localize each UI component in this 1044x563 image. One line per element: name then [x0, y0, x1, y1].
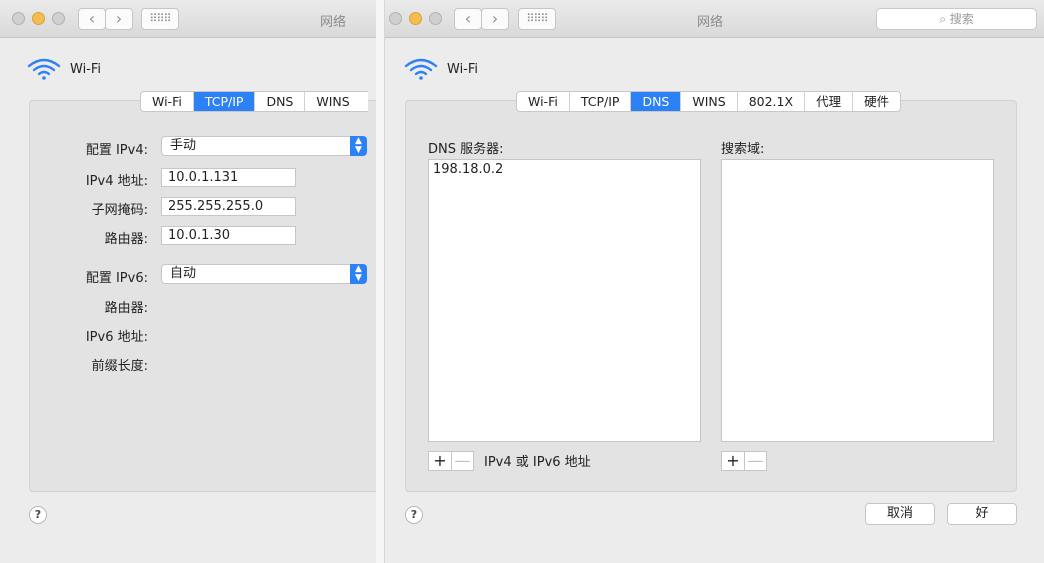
tab-wifi[interactable]: Wi-Fi	[517, 92, 570, 111]
wifi-icon	[27, 58, 61, 80]
ok-button[interactable]: 好	[947, 503, 1017, 525]
network-window-right: ‹ › ⠿⠿⠿ 网络 ⌕ 搜索 Wi-Fi Wi-Fi TCP/IP DNS W…	[384, 0, 1044, 563]
close-button[interactable]	[12, 12, 25, 25]
wifi-icon	[404, 58, 438, 80]
tab-dns[interactable]: DNS	[255, 92, 306, 111]
network-window-left: ‹ › ⠿⠿⠿ 网络 Wi-Fi Wi-Fi TCP/IP DNS WINS 配…	[0, 0, 376, 563]
dns-add-remove: + —	[428, 451, 474, 471]
interface-name: Wi-Fi	[70, 61, 102, 77]
subnet-label: 子网掩码:	[91, 203, 148, 218]
interface-header: Wi-Fi	[26, 57, 101, 81]
ipv6-address-label: IPv6 地址:	[85, 330, 148, 345]
cancel-button[interactable]: 取消	[865, 503, 935, 525]
zoom-button[interactable]	[52, 12, 65, 25]
search-domains-list[interactable]	[721, 159, 994, 442]
search-field[interactable]: ⌕ 搜索	[876, 8, 1037, 30]
configure-ipv6-value: 自动	[170, 266, 197, 281]
tab-hardware[interactable]: 硬件	[853, 92, 900, 111]
minimize-button[interactable]	[32, 12, 45, 25]
tab-proxy[interactable]: 代理	[805, 92, 854, 111]
updown-arrow-icon: ▲ ▼	[350, 264, 367, 284]
window-title: 网络	[697, 15, 724, 30]
remove-button[interactable]: —	[451, 452, 473, 470]
back-button[interactable]: ‹	[454, 8, 482, 30]
settings-panel	[29, 100, 376, 492]
configure-ipv4-select[interactable]: 手动 ▲ ▼	[161, 136, 367, 156]
search-placeholder: 搜索	[949, 12, 974, 26]
minimize-button[interactable]	[409, 12, 422, 25]
title-bar: ‹ › ⠿⠿⠿ 网络	[0, 0, 376, 38]
configure-ipv4-label: 配置 IPv4:	[85, 143, 148, 158]
tab-8021x[interactable]: 802.1X	[738, 92, 806, 111]
interface-header: Wi-Fi	[403, 57, 478, 81]
help-button[interactable]: ?	[405, 506, 423, 524]
tab-dns[interactable]: DNS	[631, 92, 682, 111]
grid-icon: ⠿⠿⠿	[149, 12, 171, 25]
interface-name: Wi-Fi	[447, 61, 479, 77]
back-button[interactable]: ‹	[78, 8, 106, 30]
show-all-button[interactable]: ⠿⠿⠿	[518, 8, 556, 30]
tab-wifi[interactable]: Wi-Fi	[141, 92, 194, 111]
close-button[interactable]	[389, 12, 402, 25]
chevron-right-icon: ›	[491, 9, 499, 28]
content-area: Wi-Fi Wi-Fi TCP/IP DNS WINS 配置 IPv4: 手动 …	[8, 38, 376, 545]
tab-tcpip[interactable]: TCP/IP	[570, 92, 632, 111]
chevron-right-icon: ›	[115, 9, 123, 28]
tab-tcpip[interactable]: TCP/IP	[193, 92, 256, 111]
updown-arrow-icon: ▲ ▼	[350, 136, 367, 156]
chevron-left-icon: ‹	[464, 9, 472, 28]
dns-hint: IPv4 或 IPv6 地址	[484, 455, 591, 470]
forward-button[interactable]: ›	[481, 8, 509, 30]
subnet-field[interactable]: 255.255.255.0	[161, 197, 296, 216]
router6-label: 路由器:	[104, 301, 148, 316]
router-label: 路由器:	[104, 232, 148, 247]
remove-button[interactable]: —	[744, 452, 766, 470]
dns-servers-label: DNS 服务器:	[428, 142, 504, 157]
chevron-left-icon: ‹	[88, 9, 96, 28]
title-bar: ‹ › ⠿⠿⠿ 网络 ⌕ 搜索	[385, 0, 1044, 38]
window-title: 网络	[320, 15, 347, 30]
show-all-button[interactable]: ⠿⠿⠿	[141, 8, 179, 30]
dns-servers-list[interactable]: 198.18.0.2	[428, 159, 701, 442]
add-button[interactable]: +	[429, 452, 451, 470]
grid-icon: ⠿⠿⠿	[526, 12, 548, 25]
tab-wins[interactable]: WINS	[305, 92, 367, 111]
tab-wins[interactable]: WINS	[681, 92, 738, 111]
search-domains-label: 搜索域:	[721, 142, 765, 157]
content-area: Wi-Fi Wi-Fi TCP/IP DNS WINS 802.1X 代理 硬件…	[385, 38, 1044, 545]
list-item[interactable]: 198.18.0.2	[429, 160, 700, 179]
ipv4-address-field[interactable]: 10.0.1.131	[161, 168, 296, 187]
configure-ipv6-label: 配置 IPv6:	[85, 271, 148, 286]
prefix-length-label: 前缀长度:	[91, 359, 148, 374]
add-button[interactable]: +	[722, 452, 744, 470]
zoom-button[interactable]	[429, 12, 442, 25]
forward-button[interactable]: ›	[105, 8, 133, 30]
tab-bar: Wi-Fi TCP/IP DNS WINS 802.1X 代理 硬件	[516, 91, 902, 112]
configure-ipv4-value: 手动	[170, 138, 197, 153]
search-icon: ⌕	[939, 12, 946, 26]
help-button[interactable]: ?	[29, 506, 47, 524]
ipv4-address-label: IPv4 地址:	[85, 174, 148, 189]
domains-add-remove: + —	[721, 451, 767, 471]
tab-bar: Wi-Fi TCP/IP DNS WINS	[140, 91, 368, 112]
configure-ipv6-select[interactable]: 自动 ▲ ▼	[161, 264, 367, 284]
router-field[interactable]: 10.0.1.30	[161, 226, 296, 245]
